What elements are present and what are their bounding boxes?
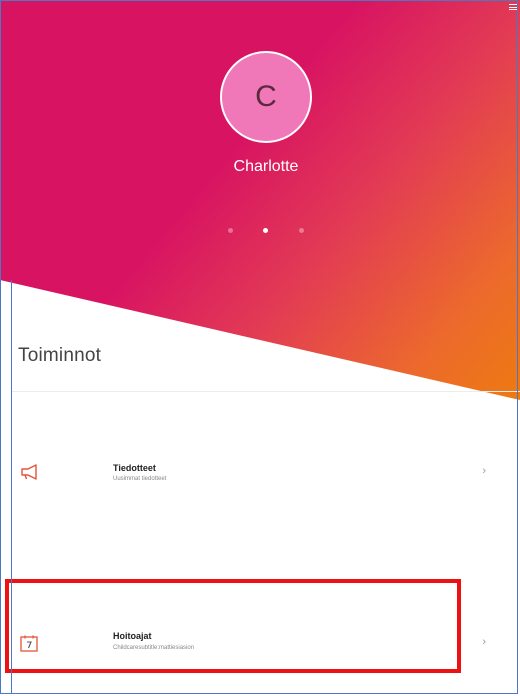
list-item-title: Tiedotteet — [113, 463, 156, 473]
menu-icon[interactable] — [509, 4, 517, 10]
list-item-hoitoajat[interactable]: Hoitoajat Childcaresubtitle:mattiesiasio… — [12, 592, 518, 682]
list-item-tiedotteet[interactable]: Tiedotteet Uusimmat tiedotteet › — [12, 430, 518, 520]
pager-dot[interactable] — [299, 228, 304, 233]
left-border-line — [11, 280, 12, 694]
megaphone-icon — [20, 464, 40, 485]
profile-name: Charlotte — [233, 158, 299, 175]
chevron-right-icon: › — [482, 636, 486, 648]
chevron-right-icon: › — [482, 465, 486, 477]
list-item-subtitle: Childcaresubtitle:mattiesiasion — [113, 645, 195, 651]
list-item-subtitle: Uusimmat tiedotteet — [113, 476, 167, 482]
avatar-initial: C — [255, 80, 277, 113]
pager-dot-active[interactable] — [263, 228, 268, 233]
divider — [12, 391, 520, 392]
section-title: Toiminnot — [18, 345, 102, 366]
pager-dot[interactable] — [228, 228, 233, 233]
calendar-icon — [20, 635, 38, 657]
list-item-title: Hoitoajat — [113, 631, 152, 641]
avatar[interactable]: C — [220, 51, 312, 143]
pager-dots — [220, 226, 320, 236]
